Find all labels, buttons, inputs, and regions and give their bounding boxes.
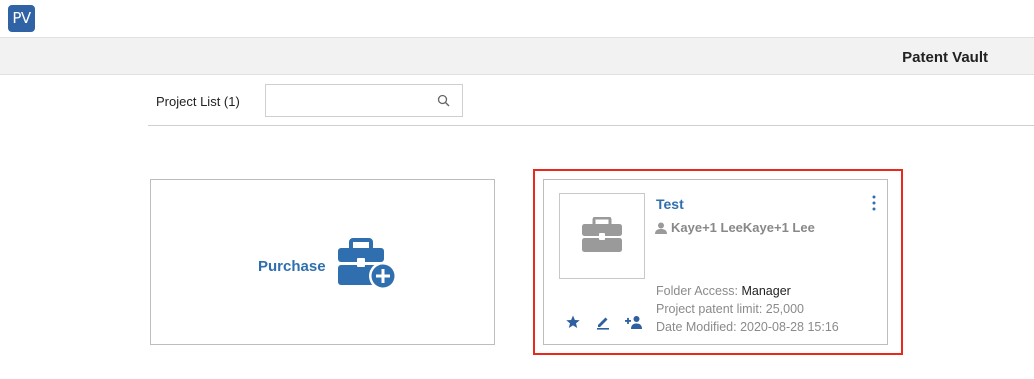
project-list-toolbar: Project List (1)	[148, 82, 1034, 126]
briefcase-plus-icon	[338, 238, 397, 290]
patent-limit: Project patent limit: 25,000	[656, 302, 804, 316]
purchase-label: Purchase	[258, 258, 326, 275]
app-title: Patent Vault	[902, 49, 988, 66]
search-box	[265, 84, 463, 117]
briefcase-icon	[582, 217, 622, 252]
project-actions	[565, 314, 643, 330]
edit-icon[interactable]	[595, 314, 611, 330]
project-card[interactable]: Test Kaye+1 LeeKaye+1 Lee Folder Access:…	[543, 179, 888, 345]
purchase-card[interactable]: Purchase	[150, 179, 495, 345]
project-list-label: Project List (1)	[156, 94, 240, 109]
more-options-icon[interactable]	[872, 195, 876, 211]
folder-access-label: Folder Access:	[656, 284, 738, 298]
add-user-icon[interactable]	[625, 314, 643, 330]
project-owner: Kaye+1 LeeKaye+1 Lee	[655, 220, 815, 235]
search-input[interactable]	[266, 85, 426, 116]
folder-access-value: Manager	[741, 284, 791, 298]
search-icon[interactable]	[437, 94, 450, 107]
project-thumbnail	[559, 193, 645, 279]
project-name-link[interactable]: Test	[656, 196, 684, 212]
date-modified: Date Modified: 2020-08-28 15:16	[656, 320, 839, 334]
folder-access: Folder Access: Manager	[656, 284, 791, 298]
app-logo[interactable]: PV	[8, 5, 35, 32]
star-icon[interactable]	[565, 314, 581, 330]
person-icon	[655, 222, 667, 234]
top-header-bar: Patent Vault	[0, 37, 1034, 75]
owner-name: Kaye+1 LeeKaye+1 Lee	[671, 220, 815, 235]
